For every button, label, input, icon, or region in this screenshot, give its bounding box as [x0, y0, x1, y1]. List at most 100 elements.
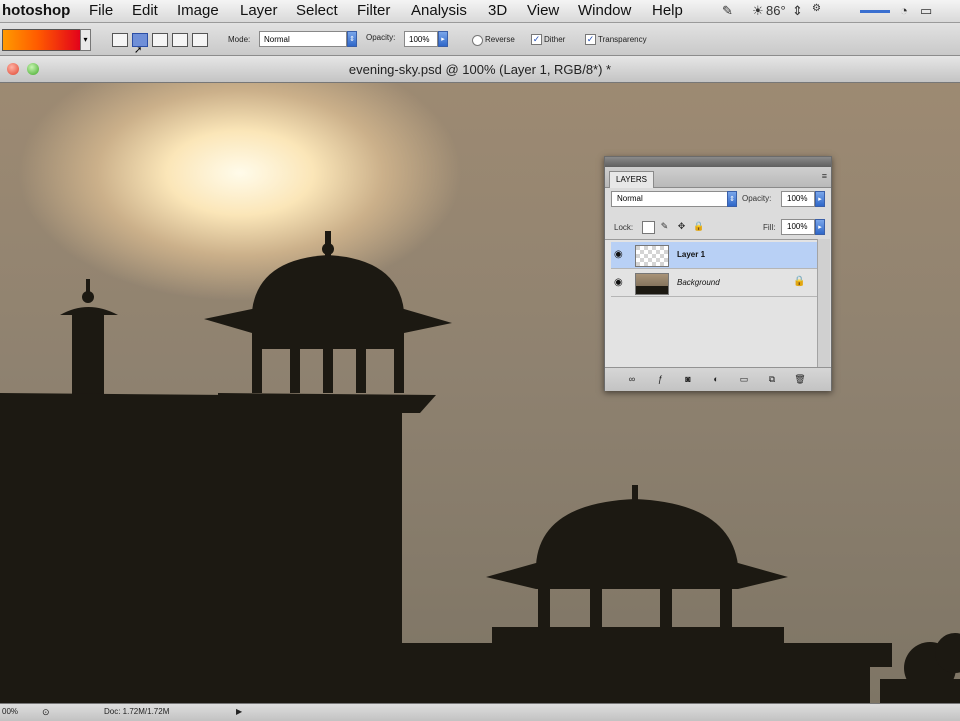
layers-footer: ∞ ƒ ◙ ◐ ▭ ⧉ 🗑 [605, 367, 831, 391]
menu-view[interactable]: View [527, 2, 559, 19]
tab-layers[interactable]: LAYERS [609, 171, 654, 188]
right-pavilion-pillar [660, 589, 672, 627]
lock-label: Lock: [614, 223, 634, 232]
lock-position-move-icon[interactable]: ✥ [676, 221, 687, 232]
options-bar: ▾ ➚ Mode: Normal ⇕ Opacity: 100% ▸ Rever… [0, 23, 960, 56]
menu-analysis[interactable]: Analysis [411, 2, 467, 19]
stepper-icon[interactable]: ⇕ [792, 3, 803, 19]
volume-bar-icon[interactable] [860, 10, 890, 13]
menu-layer[interactable]: Layer [240, 2, 278, 19]
panel-drag-bar[interactable] [605, 157, 831, 167]
menu-filter[interactable]: Filter [357, 2, 390, 19]
sun-icon: ☀ [752, 3, 764, 18]
lock-transparent-pixels-icon[interactable] [642, 221, 655, 234]
reverse-label: Reverse [485, 35, 515, 44]
panel-menu-icon[interactable]: ≡ [822, 171, 827, 181]
right-pavilion-pillar [538, 589, 550, 627]
pavilion-pillar [394, 349, 404, 393]
menu-file[interactable]: File [89, 2, 113, 19]
opacity-dropdown-icon[interactable]: ▸ [438, 31, 448, 47]
pavilion-pillar [290, 349, 300, 393]
dither-checkbox[interactable]: ✓ [531, 34, 542, 45]
pavilion-beam [252, 333, 404, 349]
layer-row-layer-1[interactable]: ◉ Layer 1 [611, 242, 817, 269]
layer-thumbnail-transparent [635, 245, 669, 267]
minaret-knob [82, 291, 94, 303]
menu-edit[interactable]: Edit [132, 2, 158, 19]
menu-window[interactable]: Window [578, 2, 631, 19]
pavilion-dome [252, 255, 404, 311]
delete-layer-trash-icon[interactable]: 🗑 [793, 372, 807, 386]
layers-list: ◉ Layer 1 ◉ Background 🔒 [605, 239, 817, 368]
pavilion-pillar [323, 349, 333, 393]
visibility-eye-icon[interactable]: ◉ [614, 249, 623, 260]
fill-dropdown-icon[interactable]: ▸ [815, 219, 825, 235]
settings-icon[interactable]: ⚙ [812, 3, 821, 14]
status-menu-arrow-icon[interactable]: ▶ [236, 707, 242, 716]
script-icon[interactable]: ✎ [722, 3, 733, 19]
opacity-input[interactable]: 100% [404, 31, 438, 47]
gradient-swatch[interactable] [2, 29, 82, 51]
mouse-cursor-icon: ➚ [134, 45, 143, 56]
diamond-gradient-icon[interactable] [192, 33, 208, 47]
new-group-folder-icon[interactable]: ▭ [737, 372, 751, 386]
right-pavilion-pillar [590, 589, 602, 627]
layer-name[interactable]: Background [677, 278, 720, 287]
pavilion-knob [322, 243, 334, 255]
visibility-eye-icon[interactable]: ◉ [614, 277, 623, 288]
right-pavilion-pillar [720, 589, 732, 627]
blend-mode-select[interactable]: Normal [611, 191, 733, 207]
background-lock-icon: 🔒 [793, 276, 806, 287]
fill-label: Fill: [763, 223, 776, 232]
pavilion-pillar [252, 349, 262, 393]
left-wall [0, 393, 230, 703]
zoom-level[interactable]: 00% [2, 707, 18, 716]
minaret-shaft [72, 315, 104, 401]
pavilion-pillar [356, 349, 366, 393]
new-layer-icon[interactable]: ⧉ [765, 372, 779, 386]
menu-help[interactable]: Help [652, 2, 683, 19]
pavilion-eave [204, 309, 452, 333]
menu-3d[interactable]: 3D [488, 2, 507, 19]
mode-select-chevron-icon[interactable]: ⇕ [347, 31, 357, 47]
wifi-icon[interactable]: ◔ [900, 3, 908, 18]
menu-app-photoshop[interactable]: hotoshop [2, 2, 70, 19]
menu-select[interactable]: Select [296, 2, 338, 19]
add-mask-icon[interactable]: ◙ [681, 372, 695, 386]
angle-gradient-icon[interactable] [152, 33, 168, 47]
blend-mode-chevron-icon[interactable]: ⇕ [727, 191, 737, 207]
temperature-readout[interactable]: 86° [766, 3, 786, 18]
mode-label: Mode: [228, 35, 251, 44]
menu-image[interactable]: Image [177, 2, 219, 19]
mode-select[interactable]: Normal [259, 31, 347, 47]
status-info-icon[interactable]: ⊙ [42, 707, 50, 718]
status-bar: 00% ⊙ Doc: 1.72M/1.72M ▶ [0, 703, 960, 721]
gradient-picker-chevron-icon[interactable]: ▾ [80, 29, 91, 51]
layer-opacity-input[interactable]: 100% [781, 191, 815, 207]
layer-name[interactable]: Layer 1 [677, 250, 705, 259]
transparency-checkbox[interactable]: ✓ [585, 34, 596, 45]
right-pavilion-terrace [400, 627, 892, 703]
reverse-checkbox[interactable] [472, 35, 483, 46]
layers-panel[interactable]: LAYERS ≡ Normal ⇕ Opacity: 100% ▸ Lock: … [604, 156, 832, 391]
linear-gradient-icon[interactable] [112, 33, 128, 47]
link-layers-icon[interactable]: ∞ [625, 372, 639, 386]
reflected-gradient-icon[interactable] [172, 33, 188, 47]
layer-opacity-dropdown-icon[interactable]: ▸ [815, 191, 825, 207]
minaret-cap [60, 307, 118, 315]
tree-silhouette [880, 679, 960, 703]
layer-opacity-label: Opacity: [742, 194, 772, 203]
adjustment-layer-icon[interactable]: ◐ [709, 372, 723, 386]
layers-scrollbar[interactable] [817, 239, 830, 367]
lock-all-padlock-icon[interactable]: 🔒 [693, 221, 704, 232]
opacity-label: Opacity: [366, 33, 396, 42]
dither-label: Dither [544, 35, 566, 44]
right-pavilion-dome [536, 499, 738, 565]
transparency-label: Transparency [598, 35, 647, 44]
layer-style-fx-icon[interactable]: ƒ [653, 372, 667, 386]
battery-icon[interactable]: ▭ [920, 3, 932, 19]
fill-input[interactable]: 100% [781, 219, 815, 235]
lock-image-pixels-brush-icon[interactable]: ✎ [659, 221, 670, 232]
panel-tab-row: LAYERS ≡ [605, 167, 831, 188]
layer-row-background[interactable]: ◉ Background 🔒 [611, 270, 817, 297]
